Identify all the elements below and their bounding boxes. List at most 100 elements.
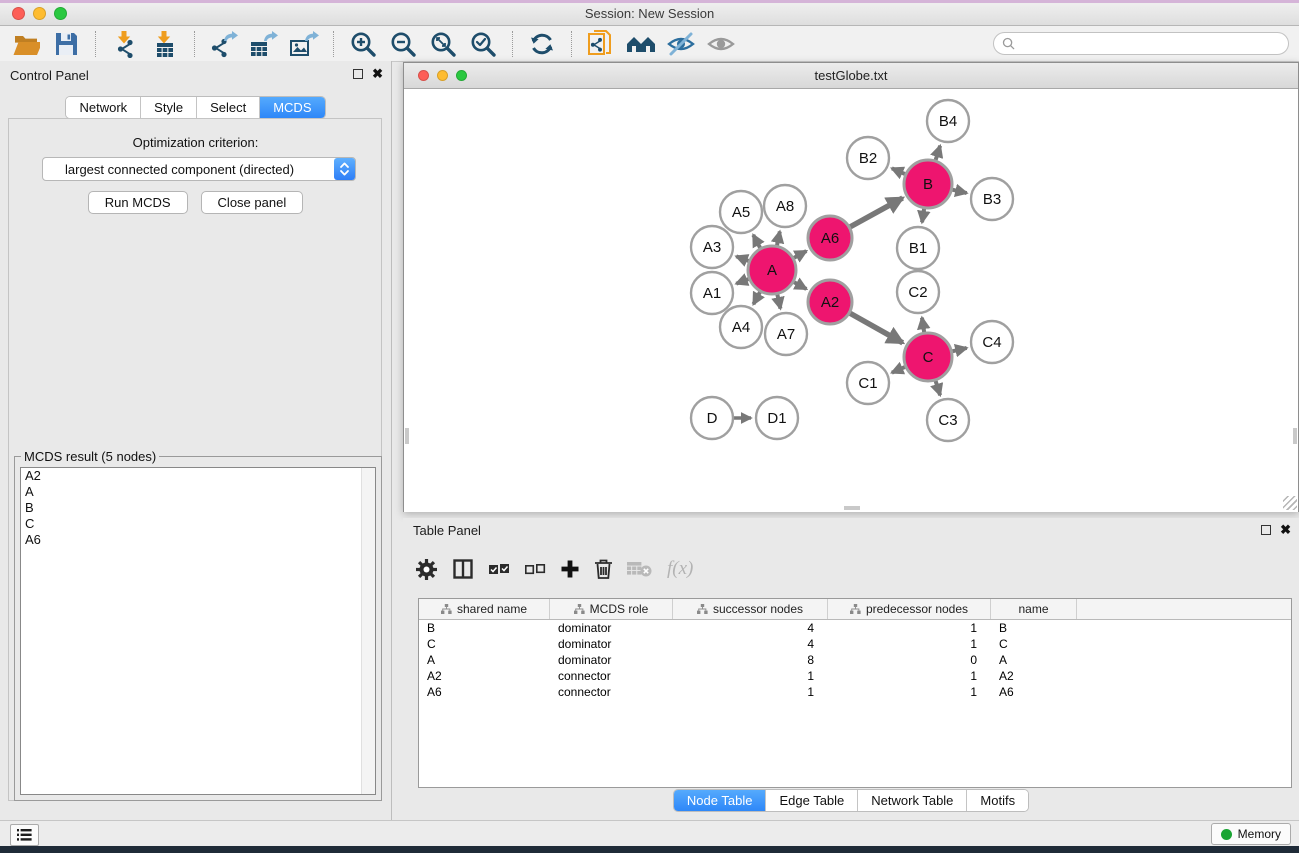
- table-cell[interactable]: B: [991, 621, 1077, 635]
- network-edge-A-A8[interactable]: [777, 231, 780, 245]
- hide-selected-icon[interactable]: [661, 28, 701, 60]
- mcds-result-item[interactable]: B: [21, 500, 375, 516]
- import-network-icon[interactable]: [105, 28, 145, 60]
- network-node-A6[interactable]: A6: [808, 216, 852, 260]
- save-session-icon[interactable]: [46, 28, 86, 60]
- table-close-panel-icon[interactable]: ✖: [1280, 524, 1291, 536]
- table-row[interactable]: Cdominator41C: [419, 636, 1291, 652]
- network-edge-A-A5[interactable]: [753, 235, 760, 248]
- table-cell[interactable]: 4: [673, 637, 828, 651]
- tab-motifs[interactable]: Motifs: [967, 790, 1028, 811]
- mcds-result-scrollbar[interactable]: [361, 468, 375, 794]
- table-cell[interactable]: A6: [419, 685, 550, 699]
- table-row[interactable]: A6connector11A6: [419, 684, 1291, 700]
- window-resize-grip[interactable]: [1283, 496, 1297, 510]
- network-edge-A6-B[interactable]: [850, 198, 902, 227]
- mcds-result-item[interactable]: C: [21, 516, 375, 532]
- search-box[interactable]: [993, 32, 1289, 55]
- table-row[interactable]: A2connector11A2: [419, 668, 1291, 684]
- network-edge-B-B4[interactable]: [936, 146, 941, 160]
- table-settings-gear-icon[interactable]: [415, 558, 438, 581]
- network-node-B[interactable]: B: [904, 160, 952, 208]
- close-window-button[interactable]: [12, 7, 25, 20]
- network-node-A7[interactable]: A7: [765, 313, 807, 355]
- network-node-C4[interactable]: C4: [971, 321, 1013, 363]
- tab-network-table[interactable]: Network Table: [858, 790, 967, 811]
- criterion-select[interactable]: largest connected component (directed): [42, 157, 356, 181]
- table-cell[interactable]: A6: [991, 685, 1077, 699]
- network-edge-A-A1[interactable]: [736, 279, 748, 284]
- table-cell[interactable]: 8: [673, 653, 828, 667]
- network-close-button[interactable]: [418, 70, 429, 81]
- network-edge-C-C2[interactable]: [922, 318, 924, 333]
- table-cell[interactable]: connector: [550, 669, 673, 683]
- column-header-MCDS-role[interactable]: MCDS role: [550, 599, 673, 619]
- table-cell[interactable]: 4: [673, 621, 828, 635]
- export-table-icon[interactable]: [244, 28, 284, 60]
- add-column-icon[interactable]: [560, 559, 580, 579]
- export-image-icon[interactable]: [284, 28, 324, 60]
- zoom-in-icon[interactable]: [343, 28, 383, 60]
- table-cell[interactable]: B: [419, 621, 550, 635]
- table-cell[interactable]: C: [419, 637, 550, 651]
- column-header-shared-name[interactable]: shared name: [419, 599, 550, 619]
- network-edge-B-B2[interactable]: [892, 168, 905, 174]
- network-node-A1[interactable]: A1: [691, 272, 733, 314]
- tab-style[interactable]: Style: [141, 97, 197, 118]
- close-panel-icon[interactable]: ✖: [372, 68, 383, 80]
- network-edge-C-C1[interactable]: [892, 367, 905, 373]
- zoom-window-button[interactable]: [54, 7, 67, 20]
- network-node-D[interactable]: D: [691, 397, 733, 439]
- network-edge-B-B3[interactable]: [952, 190, 966, 193]
- table-cell[interactable]: dominator: [550, 653, 673, 667]
- network-canvas[interactable]: B4B2BB3B1A5A8A3A6AA1C2A4A7A2CC4C1C3DD1: [404, 89, 1298, 512]
- first-neighbors-icon[interactable]: [621, 28, 661, 60]
- new-network-from-selection-icon[interactable]: [581, 28, 621, 60]
- import-table-icon[interactable]: [145, 28, 185, 60]
- network-edge-A-A7[interactable]: [777, 294, 780, 308]
- zoom-out-icon[interactable]: [383, 28, 423, 60]
- table-cell[interactable]: 1: [828, 621, 991, 635]
- table-float-panel-icon[interactable]: [1261, 525, 1271, 535]
- network-node-B4[interactable]: B4: [927, 100, 969, 142]
- tab-mcds[interactable]: MCDS: [260, 97, 324, 118]
- network-window-title-bar[interactable]: testGlobe.txt: [404, 63, 1298, 89]
- mcds-result-list[interactable]: A2ABCA6: [20, 467, 376, 795]
- memory-button[interactable]: Memory: [1211, 823, 1291, 845]
- network-minimize-button[interactable]: [437, 70, 448, 81]
- network-edge-C-C4[interactable]: [952, 348, 966, 351]
- mcds-result-item[interactable]: A: [21, 484, 375, 500]
- table-cell[interactable]: A2: [991, 669, 1077, 683]
- table-cell[interactable]: connector: [550, 685, 673, 699]
- network-node-C[interactable]: C: [904, 333, 952, 381]
- table-cell[interactable]: dominator: [550, 621, 673, 635]
- network-node-B2[interactable]: B2: [847, 137, 889, 179]
- mcds-result-item[interactable]: A2: [21, 468, 375, 484]
- network-node-C3[interactable]: C3: [927, 399, 969, 441]
- open-file-icon[interactable]: [6, 28, 46, 60]
- network-edge-A2-C[interactable]: [850, 313, 903, 343]
- select-all-rows-icon[interactable]: [488, 561, 510, 577]
- table-cell[interactable]: 1: [673, 669, 828, 683]
- delete-column-icon[interactable]: [594, 558, 613, 580]
- tab-select[interactable]: Select: [197, 97, 260, 118]
- network-node-D1[interactable]: D1: [756, 397, 798, 439]
- network-node-A[interactable]: A: [748, 246, 796, 294]
- network-node-C2[interactable]: C2: [897, 271, 939, 313]
- network-edge-A-A6[interactable]: [794, 251, 806, 258]
- table-cell[interactable]: 1: [828, 637, 991, 651]
- table-cell[interactable]: A: [419, 653, 550, 667]
- table-row[interactable]: Adominator80A: [419, 652, 1291, 668]
- show-all-icon[interactable]: [701, 28, 741, 60]
- network-node-A3[interactable]: A3: [691, 226, 733, 268]
- network-node-A2[interactable]: A2: [808, 280, 852, 324]
- table-cell[interactable]: dominator: [550, 637, 673, 651]
- table-cell[interactable]: C: [991, 637, 1077, 651]
- network-node-A4[interactable]: A4: [720, 306, 762, 348]
- task-history-button[interactable]: [10, 824, 39, 846]
- network-zoom-button[interactable]: [456, 70, 467, 81]
- tab-network[interactable]: Network: [66, 97, 141, 118]
- network-node-C1[interactable]: C1: [847, 362, 889, 404]
- network-edge-A-A4[interactable]: [753, 292, 760, 304]
- network-node-B3[interactable]: B3: [971, 178, 1013, 220]
